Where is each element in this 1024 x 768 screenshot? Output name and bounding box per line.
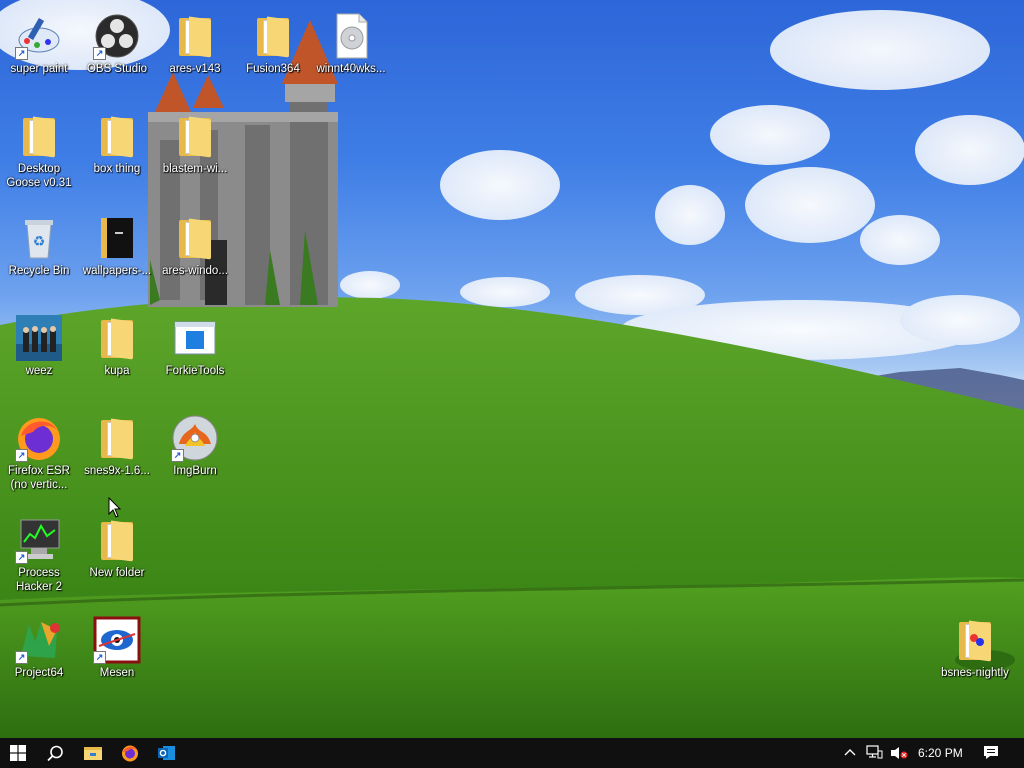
icon-label: New folder (89, 567, 145, 579)
image-thumbnail-icon (15, 314, 63, 362)
firefox-icon (122, 745, 138, 762)
taskbar-file-explorer[interactable] (74, 738, 112, 768)
icon-label: wallpapers-... (82, 265, 152, 277)
icon-label: Project64 (14, 667, 64, 679)
icon-label: super paint (10, 63, 68, 75)
desktop-icon-new-folder[interactable]: New folder (78, 512, 156, 604)
desktop-icon-winnt40wks[interactable]: winnt40wks... (312, 8, 390, 100)
search-icon (47, 745, 63, 762)
shortcut-arrow-icon: ↗ (15, 47, 28, 60)
file-explorer-icon (84, 747, 102, 760)
desktop-icon-fusion364[interactable]: Fusion364 (234, 8, 312, 100)
shortcut-arrow-icon: ↗ (15, 551, 28, 564)
icon-label: Desktop Goose v0.31 (6, 163, 72, 189)
mouse-cursor-icon (108, 497, 122, 518)
folder-icon (93, 516, 141, 564)
dark-folder-icon (93, 214, 141, 262)
desktop-icon-bsnes-nightly[interactable]: bsnes-nightly (936, 612, 1014, 704)
desktop-icon-super-paint[interactable]: ↗ super paint (0, 8, 78, 100)
show-hidden-icons-button[interactable] (838, 738, 862, 768)
recycle-bin-icon: ♻ (15, 214, 63, 262)
bsnes-folder-icon (951, 616, 999, 664)
folder-icon (93, 112, 141, 160)
desktop-icon-desktop-goose[interactable]: Desktop Goose v0.31 (0, 108, 78, 200)
icon-label: ares-v143 (169, 63, 221, 75)
search-button[interactable] (36, 738, 74, 768)
disc-image-file-icon (327, 12, 375, 60)
shortcut-arrow-icon: ↗ (15, 449, 28, 462)
desktop-icon-snes9x[interactable]: snes9x-1.6... (78, 410, 156, 502)
folder-icon (171, 214, 219, 262)
folder-icon (93, 314, 141, 362)
icon-label: blastem-wi... (162, 163, 228, 175)
icon-label: ForkieTools (165, 365, 225, 377)
project64-icon: ↗ (15, 616, 63, 664)
desktop-icon-wallpapers[interactable]: wallpapers-... (78, 210, 156, 302)
obs-icon: ↗ (93, 12, 141, 60)
mesen-icon: ↗ (93, 616, 141, 664)
icon-label: weez (25, 365, 53, 377)
desktop-icon-weez[interactable]: weez (0, 310, 78, 402)
icon-label: bsnes-nightly (941, 667, 1009, 679)
network-button[interactable] (862, 738, 886, 768)
desktop-icon-firefox-esr[interactable]: ↗ Firefox ESR (no vertic... (0, 410, 78, 502)
taskbar-firefox[interactable] (112, 738, 148, 768)
desktop-icon-project64[interactable]: ↗ Project64 (0, 612, 78, 704)
folder-icon (15, 112, 63, 160)
icon-label: winnt40wks... (316, 63, 386, 75)
shortcut-arrow-icon: ↗ (15, 651, 28, 664)
chevron-up-icon (844, 749, 856, 756)
icon-label: Fusion364 (246, 63, 300, 75)
folder-icon (93, 414, 141, 462)
windows-logo-icon (10, 745, 26, 761)
paint-icon: ↗ (15, 12, 63, 60)
desktop-icon-ares-v143[interactable]: ares-v143 (156, 8, 234, 100)
notifications-icon (984, 746, 998, 759)
desktop-icon-imgburn[interactable]: ↗ ImgBurn (156, 410, 234, 502)
network-icon (866, 745, 883, 759)
icon-label: box thing (93, 163, 141, 175)
taskbar: 6:20 PM (0, 738, 1024, 768)
folder-icon (249, 12, 297, 60)
disc-icon: ↗ (171, 414, 219, 462)
start-button[interactable] (0, 738, 36, 768)
icon-label: kupa (104, 365, 130, 377)
desktop-icon-kupa[interactable]: kupa (78, 310, 156, 402)
shortcut-arrow-icon: ↗ (93, 47, 106, 60)
desktop[interactable]: ↗ super paint Desktop Goose v0.31 ♻ Recy… (0, 0, 1024, 738)
process-hacker-icon: ↗ (15, 516, 63, 564)
firefox-icon: ↗ (15, 414, 63, 462)
folder-icon (171, 12, 219, 60)
desktop-icon-process-hacker[interactable]: ↗ Process Hacker 2 (0, 512, 78, 604)
window-app-icon (171, 314, 219, 362)
desktop-icon-mesen[interactable]: ↗ Mesen (78, 612, 156, 704)
icon-label: Mesen (99, 667, 135, 679)
icon-label: ImgBurn (173, 465, 217, 477)
svg-text:♻: ♻ (33, 233, 46, 249)
shortcut-arrow-icon: ↗ (171, 449, 184, 462)
icon-label: snes9x-1.6... (84, 465, 150, 477)
volume-muted-icon (891, 747, 908, 759)
desktop-icon-forkietools[interactable]: ForkieTools (156, 310, 234, 402)
desktop-icon-recycle-bin[interactable]: ♻ Recycle Bin (0, 210, 78, 302)
icon-label: Firefox ESR (no vertic... (8, 465, 70, 491)
icon-label: OBS Studio (86, 63, 148, 75)
volume-button[interactable] (886, 738, 910, 768)
folder-icon (171, 112, 219, 160)
desktop-icon-blastem[interactable]: blastem-wi... (156, 108, 234, 200)
action-center-button[interactable] (976, 738, 1006, 768)
desktop-icon-box-thing[interactable]: box thing (78, 108, 156, 200)
shortcut-arrow-icon: ↗ (93, 651, 106, 664)
icon-label: Recycle Bin (8, 265, 70, 277)
desktop-icon-obs-studio[interactable]: ↗ OBS Studio (78, 8, 156, 100)
icon-label: Process Hacker 2 (15, 567, 63, 593)
clock[interactable]: 6:20 PM (918, 746, 963, 760)
outlook-icon (158, 746, 175, 760)
icon-label: ares-windo... (162, 265, 228, 277)
desktop-icon-ares-windows[interactable]: ares-windo... (156, 210, 234, 302)
taskbar-outlook[interactable] (148, 738, 186, 768)
